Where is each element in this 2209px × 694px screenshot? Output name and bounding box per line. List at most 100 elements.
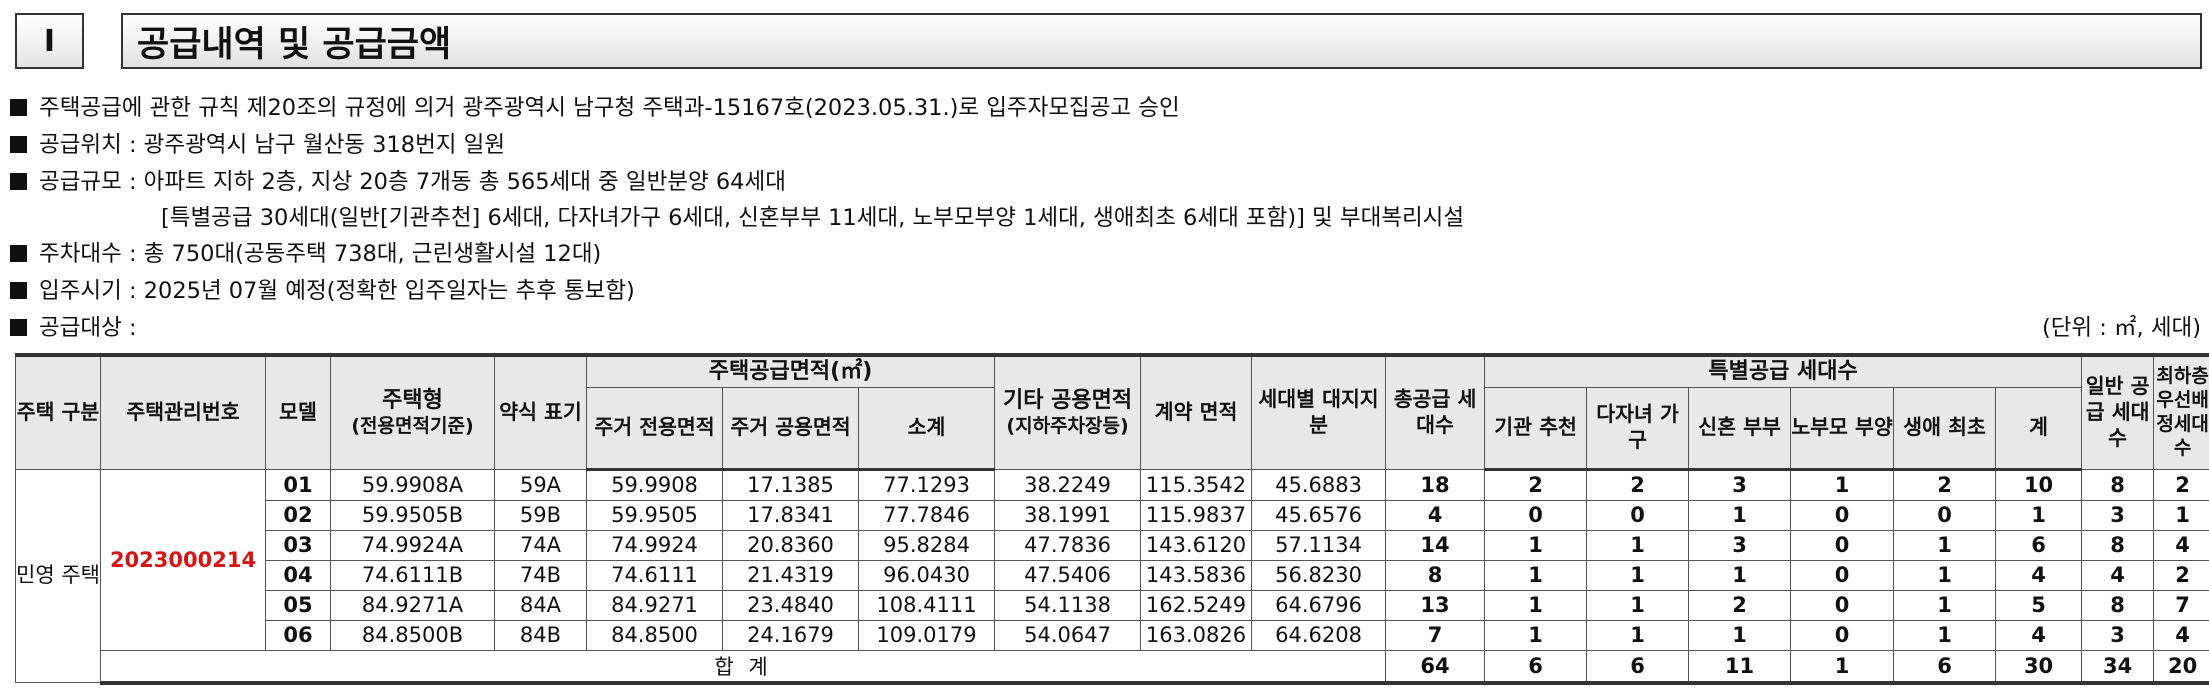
note-parking: 주차대수 : 총 750대(공동주택 738대, 근린생활시설 12대) bbox=[10, 236, 601, 268]
subtotal-cell: 108.4111 bbox=[857, 589, 996, 621]
model-cell: 02 bbox=[265, 499, 331, 531]
institution-cell: 6 bbox=[1484, 649, 1588, 685]
common-cell: 20.8360 bbox=[722, 529, 859, 561]
note-location: 공급위치 : 광주광역시 남구 월산동 318번지 일원 bbox=[10, 127, 505, 159]
subtotal-cell: 96.0430 bbox=[857, 559, 996, 591]
firsttime-cell: 1 bbox=[1893, 619, 1997, 651]
firsttime-cell: 6 bbox=[1893, 649, 1997, 685]
other-common-cell: 38.1991 bbox=[994, 499, 1142, 531]
abbr-cell: 59B bbox=[494, 499, 587, 531]
header-abbr: 약식 표기 bbox=[494, 353, 587, 470]
type-cell: 84.8500B bbox=[330, 619, 495, 651]
bullet-square-icon bbox=[10, 319, 27, 336]
lowest-floor-cell: 4 bbox=[2153, 529, 2209, 561]
type-cell: 84.9271A bbox=[330, 589, 495, 621]
general-cell: 3 bbox=[2081, 499, 2155, 531]
multichild-cell: 2 bbox=[1586, 468, 1690, 501]
multichild-cell: 1 bbox=[1586, 559, 1690, 591]
elderly-cell: 0 bbox=[1790, 529, 1895, 561]
total-cell: 8 bbox=[1385, 559, 1486, 591]
multichild-cell: 1 bbox=[1586, 619, 1690, 651]
table-row: 민영 주택 2023000214 01 59.9908A 59A 59.9908… bbox=[15, 468, 2209, 683]
special-sum-cell: 4 bbox=[1995, 559, 2083, 591]
newlywed-cell: 1 bbox=[1688, 619, 1792, 651]
lowest-floor-cell: 1 bbox=[2153, 499, 2209, 531]
multichild-cell: 0 bbox=[1586, 499, 1690, 531]
note-target: 공급대상 : bbox=[10, 310, 137, 342]
general-cell: 8 bbox=[2081, 468, 2155, 501]
mgmt-number-cell: 2023000214 bbox=[100, 468, 266, 651]
special-sum-cell: 1 bbox=[1995, 499, 2083, 531]
totals-label: 합 계 bbox=[99, 649, 1387, 685]
header-model: 모델 bbox=[265, 353, 331, 470]
header-elderly: 노부모 부양 bbox=[1790, 386, 1895, 471]
firsttime-cell: 1 bbox=[1893, 559, 1997, 591]
other-common-cell: 54.0647 bbox=[994, 619, 1142, 651]
type-cell: 74.6111B bbox=[330, 559, 495, 591]
section-number: I bbox=[15, 13, 84, 69]
exclusive-cell: 84.9271 bbox=[586, 589, 723, 621]
land-cell: 64.6208 bbox=[1251, 619, 1387, 651]
elderly-cell: 1 bbox=[1790, 649, 1895, 685]
type-cell: 59.9505B bbox=[330, 499, 495, 531]
bullet-square-icon bbox=[10, 99, 27, 116]
institution-cell: 1 bbox=[1484, 559, 1588, 591]
total-cell: 18 bbox=[1385, 468, 1486, 501]
general-cell: 4 bbox=[2081, 559, 2155, 591]
special-sum-cell: 4 bbox=[1995, 619, 2083, 651]
special-sum-cell: 30 bbox=[1995, 649, 2083, 685]
other-common-cell: 47.7836 bbox=[994, 529, 1142, 561]
abbr-cell: 74B bbox=[494, 559, 587, 591]
land-cell: 57.1134 bbox=[1251, 529, 1387, 561]
contract-cell: 163.0826 bbox=[1140, 619, 1253, 651]
abbr-cell: 84A bbox=[494, 589, 587, 621]
header-land-share: 세대별 대지지분 bbox=[1251, 353, 1387, 470]
exclusive-cell: 84.8500 bbox=[586, 619, 723, 651]
type-cell: 59.9908A bbox=[330, 468, 495, 501]
table-row: 03 74.9924A 74A 74.9924 20.8360 95.8284 … bbox=[16, 529, 2209, 561]
general-cell: 8 bbox=[2081, 589, 2155, 621]
header-general: 일반 공급 세대수 bbox=[2081, 353, 2155, 470]
subtotal-cell: 77.7846 bbox=[857, 499, 996, 531]
subtotal-cell: 95.8284 bbox=[857, 529, 996, 561]
elderly-cell: 0 bbox=[1790, 589, 1895, 621]
header-exclusive: 주거 전용면적 bbox=[586, 386, 723, 471]
firsttime-cell: 1 bbox=[1893, 529, 1997, 561]
table-row: 05 84.9271A 84A 84.9271 23.4840 108.4111… bbox=[16, 589, 2209, 621]
newlywed-cell: 1 bbox=[1688, 559, 1792, 591]
header-lowest-floor: 최하층 우선배 정세대 수 bbox=[2153, 353, 2209, 470]
type-cell: 74.9924A bbox=[330, 529, 495, 561]
special-sum-cell: 6 bbox=[1995, 529, 2083, 561]
table-row: 04 74.6111B 74B 74.6111 21.4319 96.0430 … bbox=[16, 559, 2209, 591]
common-cell: 21.4319 bbox=[722, 559, 859, 591]
institution-cell: 0 bbox=[1484, 499, 1588, 531]
abbr-cell: 74A bbox=[494, 529, 587, 561]
total-cell: 64 bbox=[1385, 649, 1486, 685]
model-cell: 06 bbox=[265, 619, 331, 651]
general-cell: 8 bbox=[2081, 529, 2155, 561]
header-house-type: 주택형 (전용면적기준) bbox=[330, 353, 495, 470]
land-cell: 56.8230 bbox=[1251, 559, 1387, 591]
lowest-floor-cell: 20 bbox=[2153, 649, 2209, 685]
other-common-cell: 54.1138 bbox=[994, 589, 1142, 621]
special-sum-cell: 5 bbox=[1995, 589, 2083, 621]
exclusive-cell: 59.9505 bbox=[586, 499, 723, 531]
contract-cell: 115.9837 bbox=[1140, 499, 1253, 531]
header-subtotal: 소계 bbox=[857, 386, 996, 471]
land-cell: 45.6576 bbox=[1251, 499, 1387, 531]
exclusive-cell: 74.6111 bbox=[586, 559, 723, 591]
common-cell: 17.1385 bbox=[722, 468, 859, 501]
multichild-cell: 1 bbox=[1586, 529, 1690, 561]
model-cell: 04 bbox=[265, 559, 331, 591]
firsttime-cell: 2 bbox=[1893, 468, 1997, 501]
header-institution: 기관 추천 bbox=[1484, 386, 1588, 471]
land-cell: 64.6796 bbox=[1251, 589, 1387, 621]
totals-row: 합 계 64 6 6 11 1 6 30 34 20 bbox=[16, 649, 2209, 685]
model-cell: 01 bbox=[265, 468, 331, 501]
header-contract-area: 계약 면적 bbox=[1140, 353, 1253, 470]
note-scale-detail: [특별공급 30세대(일반[기관추천] 6세대, 다자녀가구 6세대, 신혼부부… bbox=[161, 205, 1465, 231]
abbr-cell: 84B bbox=[494, 619, 587, 651]
institution-cell: 1 bbox=[1484, 619, 1588, 651]
other-common-cell: 47.5406 bbox=[994, 559, 1142, 591]
firsttime-cell: 0 bbox=[1893, 499, 1997, 531]
